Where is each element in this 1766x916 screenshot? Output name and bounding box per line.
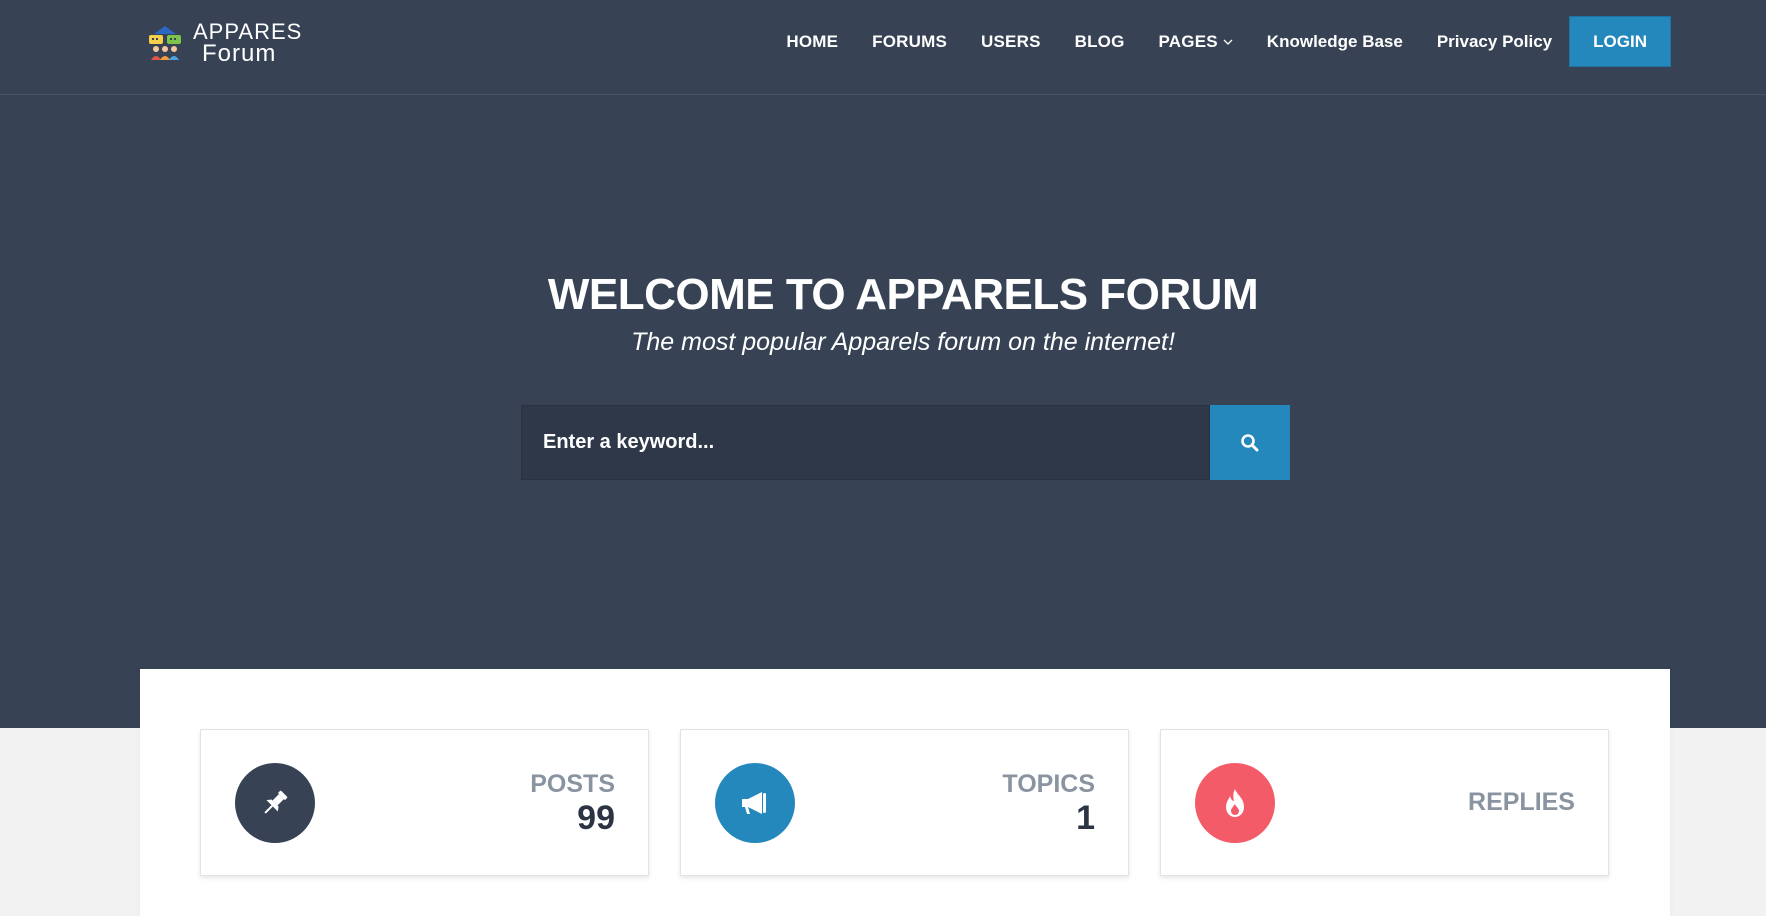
main-nav: HOME FORUMS USERS BLOG PAGES Knowledge B… <box>752 16 1671 67</box>
hero-background <box>0 0 1766 728</box>
search-button[interactable] <box>1210 405 1290 480</box>
nav-users[interactable]: USERS <box>981 32 1041 52</box>
stat-value: 1 <box>1076 799 1095 837</box>
search-form <box>521 405 1290 480</box>
stat-icon-circle <box>1195 763 1275 843</box>
stat-label: REPLIES <box>1468 788 1575 816</box>
stat-label: TOPICS <box>1002 770 1095 798</box>
stat-icon-circle <box>715 763 795 843</box>
site-logo[interactable]: APPARES Forum <box>147 18 307 68</box>
forum-logo-icon <box>149 26 181 60</box>
nav-privacy-policy[interactable]: Privacy Policy <box>1437 32 1552 52</box>
site-header: APPARES Forum HOME FORUMS USERS BLOG PAG… <box>0 0 1766 95</box>
login-button[interactable]: LOGIN <box>1569 16 1671 67</box>
nav-forums[interactable]: FORUMS <box>872 32 947 52</box>
nav-pages-label: PAGES <box>1158 31 1218 51</box>
megaphone-icon <box>742 792 766 814</box>
stat-label: POSTS <box>530 770 615 798</box>
stat-value: 99 <box>577 799 615 837</box>
stat-card-replies: REPLIES <box>1160 729 1609 876</box>
stat-icon-circle <box>235 763 315 843</box>
logo-text-line2: Forum <box>202 39 277 67</box>
nav-home[interactable]: HOME <box>786 32 838 52</box>
search-input[interactable] <box>521 405 1210 480</box>
fire-icon <box>1226 789 1244 817</box>
chevron-down-icon <box>1223 39 1233 45</box>
hero-subtitle: The most popular Apparels forum on the i… <box>631 328 1175 356</box>
stat-card-posts: POSTS 99 <box>200 729 649 876</box>
nav-blog[interactable]: BLOG <box>1075 32 1125 52</box>
nav-pages[interactable]: PAGES <box>1159 32 1233 52</box>
hero-title: WELCOME TO APPARELS FORUM <box>547 270 1259 319</box>
pin-icon <box>264 790 288 814</box>
search-icon <box>1241 433 1259 451</box>
nav-knowledge-base[interactable]: Knowledge Base <box>1267 32 1403 52</box>
stat-card-topics: TOPICS 1 <box>680 729 1129 876</box>
